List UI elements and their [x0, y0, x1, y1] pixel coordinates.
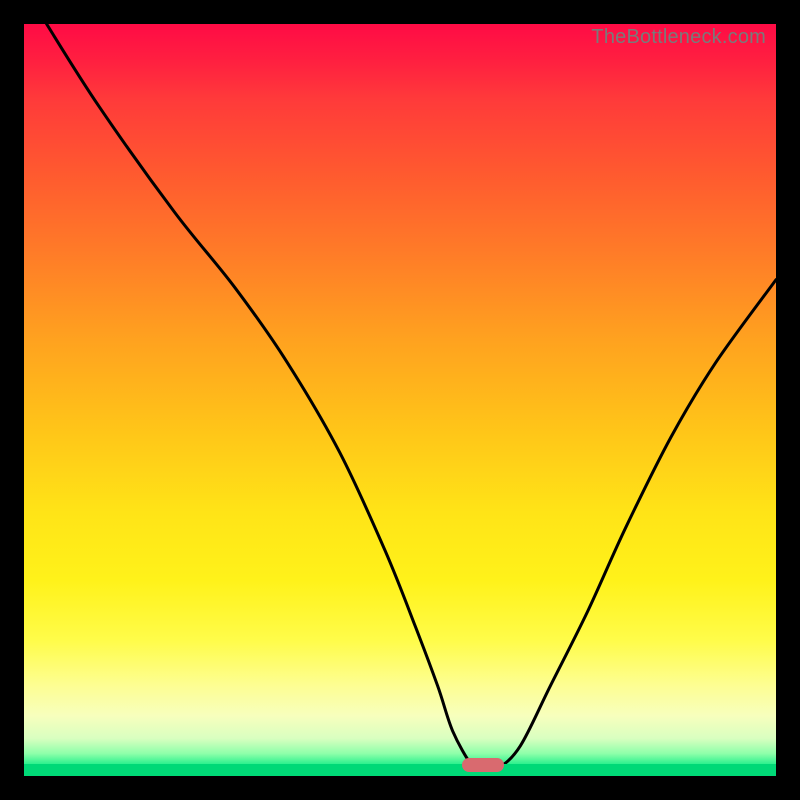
plot-area: TheBottleneck.com — [24, 24, 776, 776]
baseline-strip — [24, 764, 776, 776]
bottleneck-curve — [24, 24, 776, 776]
chart-frame: TheBottleneck.com — [0, 0, 800, 800]
watermark-text: TheBottleneck.com — [591, 26, 766, 49]
optimal-marker — [462, 758, 504, 772]
